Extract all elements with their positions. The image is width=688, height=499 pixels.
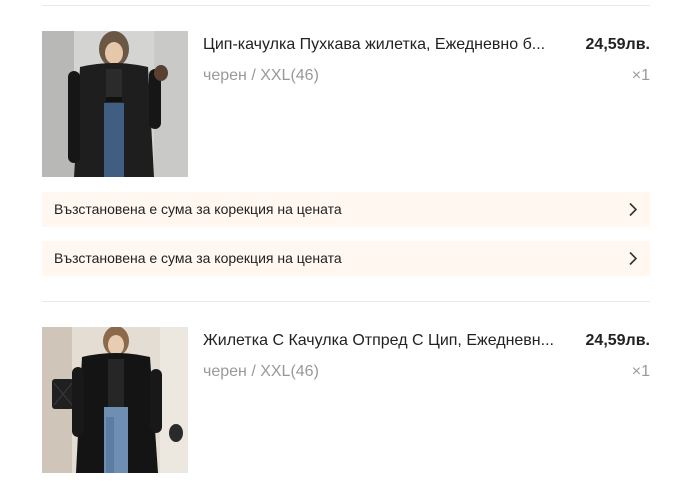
price-adjustment-notice[interactable]: Възстановена е сума за корекция на ценат… bbox=[42, 192, 650, 227]
cart-item[interactable]: Цип-качулка Пухкава жилетка, Ежедневно б… bbox=[42, 31, 650, 177]
product-price: 24,59лв. bbox=[585, 332, 650, 349]
product-title[interactable]: Цип-качулка Пухкава жилетка, Ежедневно б… bbox=[203, 34, 575, 56]
price-adjustment-notice[interactable]: Възстановена е сума за корекция на ценат… bbox=[42, 241, 650, 276]
cart-item[interactable]: Жилетка С Качулка Отпред С Цип, Ежедневн… bbox=[42, 327, 650, 473]
chevron-right-icon bbox=[628, 251, 638, 266]
product-image[interactable] bbox=[42, 327, 188, 473]
product-variant: черен / XXL(46) bbox=[203, 363, 319, 380]
product-title[interactable]: Жилетка С Качулка Отпред С Цип, Ежедневн… bbox=[203, 330, 575, 352]
price-adjustment-label: Възстановена е сума за корекция на ценат… bbox=[54, 250, 342, 266]
product-price: 24,59лв. bbox=[585, 36, 650, 53]
chevron-right-icon bbox=[628, 202, 638, 217]
product-quantity: ×1 bbox=[631, 67, 650, 84]
top-divider bbox=[42, 5, 650, 6]
product-quantity: ×1 bbox=[631, 363, 650, 380]
product-image[interactable] bbox=[42, 31, 188, 177]
section-divider bbox=[42, 301, 650, 302]
product-variant: черен / XXL(46) bbox=[203, 67, 319, 84]
price-adjustment-label: Възстановена е сума за корекция на ценат… bbox=[54, 201, 342, 217]
